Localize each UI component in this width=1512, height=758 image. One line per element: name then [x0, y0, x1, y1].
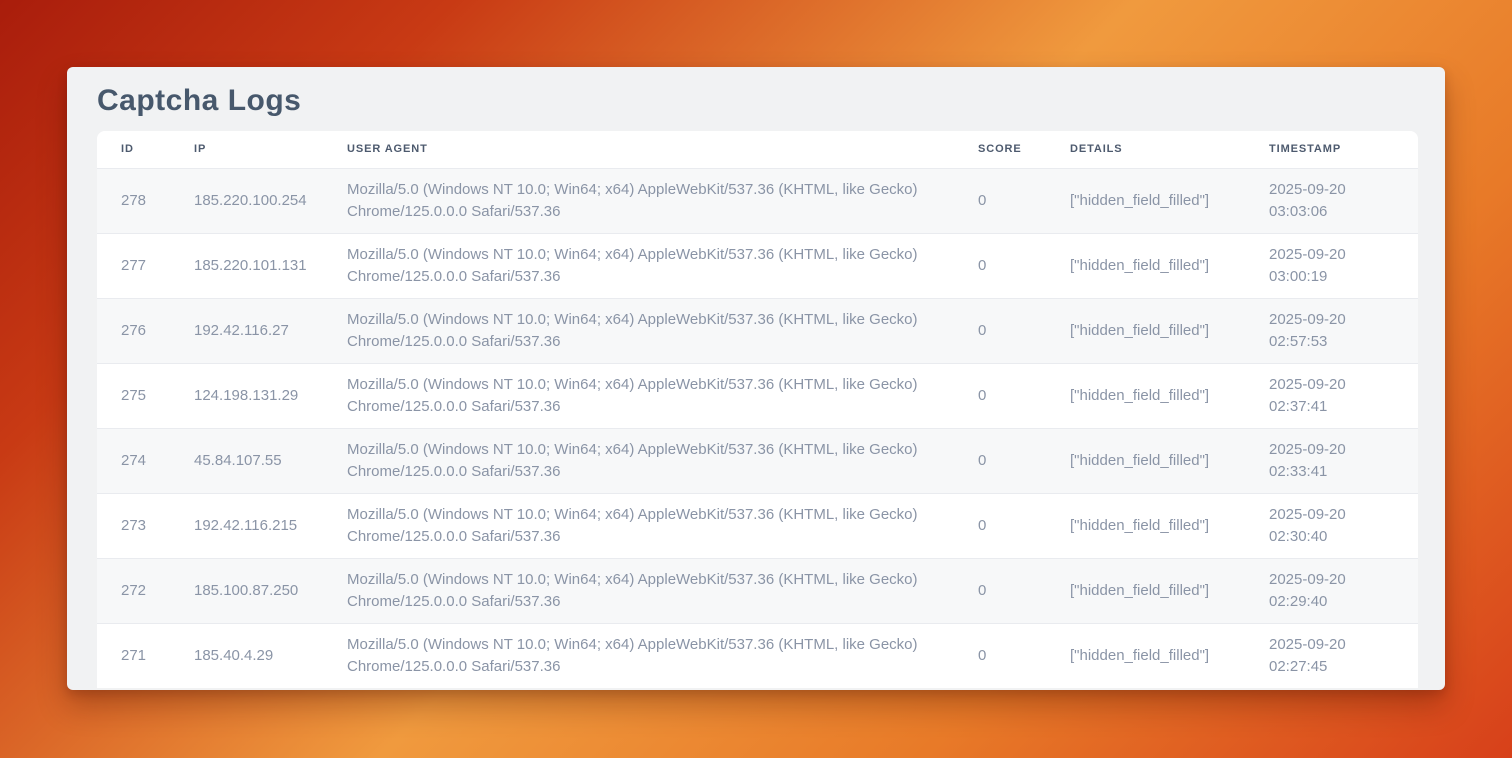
cell-details: ["hidden_field_filled"] [1046, 558, 1245, 623]
cell-ip: 124.198.131.29 [170, 363, 323, 428]
cell-id: 278 [97, 168, 170, 233]
cell-details: ["hidden_field_filled"] [1046, 493, 1245, 558]
cell-user-agent: Mozilla/5.0 (Windows NT 10.0; Win64; x64… [323, 428, 954, 493]
cell-user-agent: Mozilla/5.0 (Windows NT 10.0; Win64; x64… [323, 298, 954, 363]
cell-score: 0 [954, 493, 1046, 558]
cell-details: ["hidden_field_filled"] [1046, 233, 1245, 298]
cell-ip: 192.42.116.215 [170, 493, 323, 558]
header-row: ID IP USER AGENT SCORE DETAILS TIMESTAMP [97, 131, 1418, 168]
cell-user-agent: Mozilla/5.0 (Windows NT 10.0; Win64; x64… [323, 233, 954, 298]
table-row: 275 124.198.131.29 Mozilla/5.0 (Windows … [97, 363, 1418, 428]
cell-id: 276 [97, 298, 170, 363]
cell-score: 0 [954, 558, 1046, 623]
page-title: Captcha Logs [97, 83, 1418, 119]
cell-id: 272 [97, 558, 170, 623]
cell-timestamp: 2025-09-20 02:57:53 [1245, 298, 1418, 363]
cell-ip: 45.84.107.55 [170, 428, 323, 493]
cell-details: ["hidden_field_filled"] [1046, 428, 1245, 493]
cell-timestamp: 2025-09-20 02:29:40 [1245, 558, 1418, 623]
logs-table: ID IP USER AGENT SCORE DETAILS TIMESTAMP… [97, 131, 1418, 688]
cell-details: ["hidden_field_filled"] [1046, 298, 1245, 363]
cell-details: ["hidden_field_filled"] [1046, 168, 1245, 233]
cell-ip: 185.100.87.250 [170, 558, 323, 623]
logs-table-body: 278 185.220.100.254 Mozilla/5.0 (Windows… [97, 168, 1418, 688]
table-row: 276 192.42.116.27 Mozilla/5.0 (Windows N… [97, 298, 1418, 363]
cell-score: 0 [954, 428, 1046, 493]
column-header-id: ID [97, 131, 170, 168]
cell-user-agent: Mozilla/5.0 (Windows NT 10.0; Win64; x64… [323, 363, 954, 428]
cell-id: 271 [97, 623, 170, 688]
cell-id: 273 [97, 493, 170, 558]
column-header-timestamp: TIMESTAMP [1245, 131, 1418, 168]
cell-details: ["hidden_field_filled"] [1046, 623, 1245, 688]
cell-timestamp: 2025-09-20 03:03:06 [1245, 168, 1418, 233]
column-header-user-agent: USER AGENT [323, 131, 954, 168]
table-row: 278 185.220.100.254 Mozilla/5.0 (Windows… [97, 168, 1418, 233]
cell-score: 0 [954, 298, 1046, 363]
cell-score: 0 [954, 168, 1046, 233]
logs-table-header: ID IP USER AGENT SCORE DETAILS TIMESTAMP [97, 131, 1418, 168]
cell-id: 274 [97, 428, 170, 493]
cell-timestamp: 2025-09-20 02:27:45 [1245, 623, 1418, 688]
column-header-score: SCORE [954, 131, 1046, 168]
cell-score: 0 [954, 363, 1046, 428]
table-row: 273 192.42.116.215 Mozilla/5.0 (Windows … [97, 493, 1418, 558]
cell-user-agent: Mozilla/5.0 (Windows NT 10.0; Win64; x64… [323, 493, 954, 558]
cell-score: 0 [954, 623, 1046, 688]
logs-table-container: ID IP USER AGENT SCORE DETAILS TIMESTAMP… [97, 131, 1418, 688]
cell-user-agent: Mozilla/5.0 (Windows NT 10.0; Win64; x64… [323, 558, 954, 623]
cell-ip: 185.220.100.254 [170, 168, 323, 233]
cell-score: 0 [954, 233, 1046, 298]
table-row: 274 45.84.107.55 Mozilla/5.0 (Windows NT… [97, 428, 1418, 493]
cell-timestamp: 2025-09-20 03:00:19 [1245, 233, 1418, 298]
cell-details: ["hidden_field_filled"] [1046, 363, 1245, 428]
cell-timestamp: 2025-09-20 02:33:41 [1245, 428, 1418, 493]
cell-ip: 192.42.116.27 [170, 298, 323, 363]
cell-user-agent: Mozilla/5.0 (Windows NT 10.0; Win64; x64… [323, 168, 954, 233]
table-row: 271 185.40.4.29 Mozilla/5.0 (Windows NT … [97, 623, 1418, 688]
table-row: 277 185.220.101.131 Mozilla/5.0 (Windows… [97, 233, 1418, 298]
cell-id: 275 [97, 363, 170, 428]
cell-id: 277 [97, 233, 170, 298]
cell-timestamp: 2025-09-20 02:30:40 [1245, 493, 1418, 558]
cell-ip: 185.40.4.29 [170, 623, 323, 688]
column-header-ip: IP [170, 131, 323, 168]
cell-ip: 185.220.101.131 [170, 233, 323, 298]
cell-user-agent: Mozilla/5.0 (Windows NT 10.0; Win64; x64… [323, 623, 954, 688]
captcha-logs-card: Captcha Logs ID IP USER AGENT SCORE DETA… [67, 67, 1445, 690]
cell-timestamp: 2025-09-20 02:37:41 [1245, 363, 1418, 428]
column-header-details: DETAILS [1046, 131, 1245, 168]
table-row: 272 185.100.87.250 Mozilla/5.0 (Windows … [97, 558, 1418, 623]
